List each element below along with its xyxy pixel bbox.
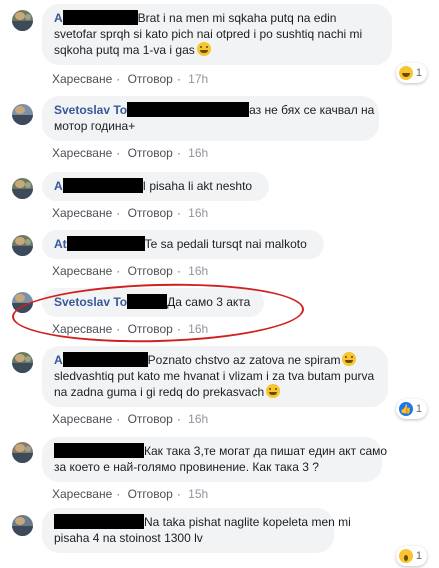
redacted-block (62, 10, 138, 25)
separator: · (116, 146, 121, 160)
like-link[interactable]: Харесване (52, 146, 112, 160)
comment-bubble: A Brat i na men mi sqkaha putq na edin sv… (42, 4, 392, 65)
redacted-block (54, 443, 144, 458)
comment-text: Poznato chstvo az zatova ne spiram (147, 353, 341, 367)
like-link[interactable]: Харесване (52, 264, 112, 278)
separator: · (116, 72, 121, 86)
comment-bubble: A I pisaha li akt neshto (42, 172, 269, 201)
comment-text: Brat i na men mi sqkaha putq na edin (137, 11, 337, 25)
haha-icon (398, 66, 413, 80)
timestamp[interactable]: 16h (188, 264, 208, 278)
smile-emoji-icon (196, 42, 211, 56)
author-name[interactable]: A (54, 11, 63, 25)
comment-text: sqkoha putq ma 1-va i gas (54, 43, 195, 57)
avatar[interactable] (12, 178, 33, 199)
wow-icon (398, 549, 413, 563)
comment-text: аз не бях се качвал на (249, 103, 375, 117)
comment-text: pisaha 4 na stoinost 1300 lv (54, 531, 203, 545)
comment-bubble: Svetoslav To аз не бях се качвал на мотор… (42, 96, 379, 141)
separator: · (116, 412, 121, 426)
reaction-count: 1 (415, 67, 422, 79)
redacted-block (66, 236, 145, 251)
avatar[interactable] (12, 235, 33, 256)
comment-text: na zadna guma i gi redq do prekasvach (54, 385, 265, 399)
like-icon: 👍 (398, 402, 413, 416)
redacted-block (62, 178, 143, 193)
reply-link[interactable]: Отговор (128, 264, 173, 278)
smile-emoji-icon (342, 352, 357, 366)
author-name[interactable]: Svetoslav To (54, 103, 127, 117)
author-name[interactable]: A (54, 179, 63, 193)
avatar[interactable] (12, 10, 33, 31)
comment-actions: Харесване · Отговор · 17h (52, 72, 212, 86)
like-link[interactable]: Харесване (52, 412, 112, 426)
separator: · (176, 264, 181, 278)
reply-link[interactable]: Отговор (128, 487, 173, 501)
separator: · (176, 72, 181, 86)
comment-actions: Харесване · Отговор · 15h (52, 487, 212, 501)
comment-text: мотор година+ (54, 119, 136, 133)
redacted-block (62, 352, 148, 367)
timestamp[interactable]: 16h (188, 412, 208, 426)
comment-actions: Харесване · Отговор · 16h (52, 264, 212, 278)
avatar[interactable] (12, 352, 33, 373)
timestamp[interactable]: 17h (188, 72, 208, 86)
comment-text: I pisaha li akt neshto (142, 179, 253, 193)
separator: · (116, 487, 121, 501)
comment-text: Na taka pishat naglite kopeleta men mi (144, 515, 351, 529)
redacted-block (54, 514, 144, 529)
separator: · (176, 412, 181, 426)
comment-bubble: A Poznato chstvo az zatova ne spiram sled… (42, 346, 388, 407)
like-link[interactable]: Харесване (52, 206, 112, 220)
comment-actions: Харесване · Отговор · 16h (52, 206, 212, 220)
separator: · (176, 146, 181, 160)
comment-bubble: At Te sa pedali tursqt nai malkoto (42, 230, 324, 259)
separator: · (176, 206, 181, 220)
separator: · (116, 264, 121, 278)
reply-link[interactable]: Отговор (128, 206, 173, 220)
comment-bubble: Как така 3,те могат да пишат един акт са… (42, 437, 387, 482)
reaction-count: 1 (415, 403, 422, 415)
avatar[interactable] (12, 442, 33, 463)
reaction-summary[interactable]: 👍 1 (395, 399, 427, 419)
comment-text: Te sa pedali tursqt nai malkoto (144, 237, 307, 251)
like-link[interactable]: Харесване (52, 487, 112, 501)
reaction-summary[interactable]: 1 (395, 546, 427, 566)
smile-emoji-icon (266, 384, 281, 398)
avatar[interactable] (12, 104, 33, 125)
timestamp[interactable]: 15h (188, 487, 208, 501)
separator: · (116, 206, 121, 220)
comment-actions: Харесване · Отговор · 16h (52, 412, 212, 426)
reply-link[interactable]: Отговор (128, 146, 173, 160)
author-name[interactable]: A (54, 353, 63, 367)
comment-bubble: Na taka pishat naglite kopeleta men mi p… (42, 508, 351, 553)
avatar[interactable] (12, 515, 33, 536)
author-name[interactable]: At (54, 237, 67, 251)
comment-actions: Харесване · Отговор · 16h (52, 146, 212, 160)
comment-text: svetofar sprqh si kato pich nai otpred i… (54, 27, 363, 41)
comment-text: за което е най-голямо провинение. Как та… (54, 460, 319, 474)
timestamp[interactable]: 16h (188, 146, 208, 160)
like-link[interactable]: Харесване (52, 72, 112, 86)
reaction-summary[interactable]: 1 (395, 63, 427, 83)
separator: · (176, 487, 181, 501)
comment-text: Как така 3,те могат да пишат един акт са… (144, 444, 388, 458)
comment-text: sledvashtiq put kato me hvanat i vlizam … (54, 369, 375, 383)
redacted-block (127, 102, 250, 117)
reply-link[interactable]: Отговор (128, 412, 173, 426)
reply-link[interactable]: Отговор (128, 72, 173, 86)
timestamp[interactable]: 16h (188, 206, 208, 220)
reaction-count: 1 (415, 550, 422, 562)
